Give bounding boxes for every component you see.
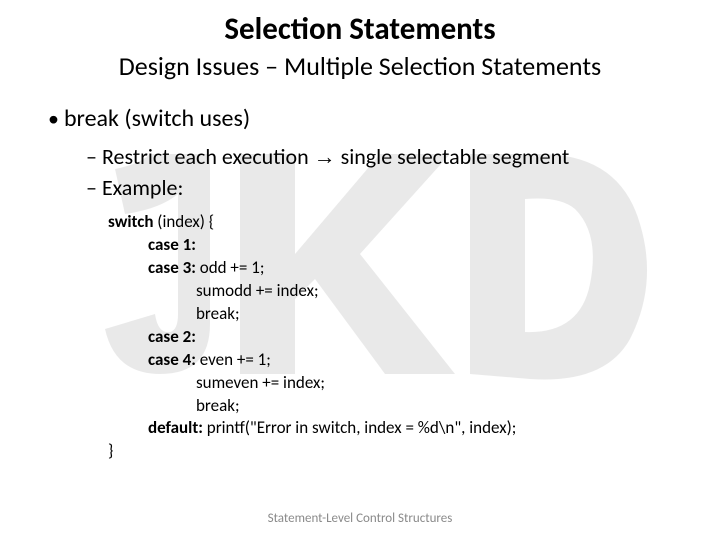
page-title: Selection Statements bbox=[30, 10, 690, 48]
code-line: case 4: even += 1; bbox=[148, 349, 690, 372]
code-line: break; bbox=[196, 395, 690, 418]
code-line: sumeven += index; bbox=[196, 372, 690, 395]
code-line: case 1: bbox=[148, 234, 690, 257]
inner-list: Restrict each execution → single selecta… bbox=[48, 143, 690, 201]
code-line: default: printf("Error in switch, index … bbox=[148, 417, 690, 440]
page-subtitle: Design Issues – Multiple Selection State… bbox=[30, 50, 690, 82]
code-block: switch (index) { case 1: case 3: odd += … bbox=[30, 211, 690, 463]
bullet-sub1: Restrict each execution → single selecta… bbox=[86, 143, 690, 170]
footer-text: Statement-Level Control Structures bbox=[0, 511, 720, 526]
outer-list: break (switch uses) Restrict each execut… bbox=[30, 104, 690, 201]
code-line: case 3: odd += 1; bbox=[148, 257, 690, 280]
code-line: case 2: bbox=[148, 326, 690, 349]
code-line: break; bbox=[196, 303, 690, 326]
code-line: switch (index) { bbox=[108, 211, 690, 234]
code-line: sumodd += index; bbox=[196, 280, 690, 303]
bullet-main-text: break (switch uses) bbox=[64, 104, 250, 133]
slide-content: Selection Statements Design Issues – Mul… bbox=[0, 0, 720, 463]
code-line: } bbox=[108, 440, 690, 463]
arrow-icon: → bbox=[314, 144, 336, 169]
bullet-main: break (switch uses) Restrict each execut… bbox=[48, 104, 690, 201]
bullet-sub2: Example: bbox=[86, 174, 690, 201]
